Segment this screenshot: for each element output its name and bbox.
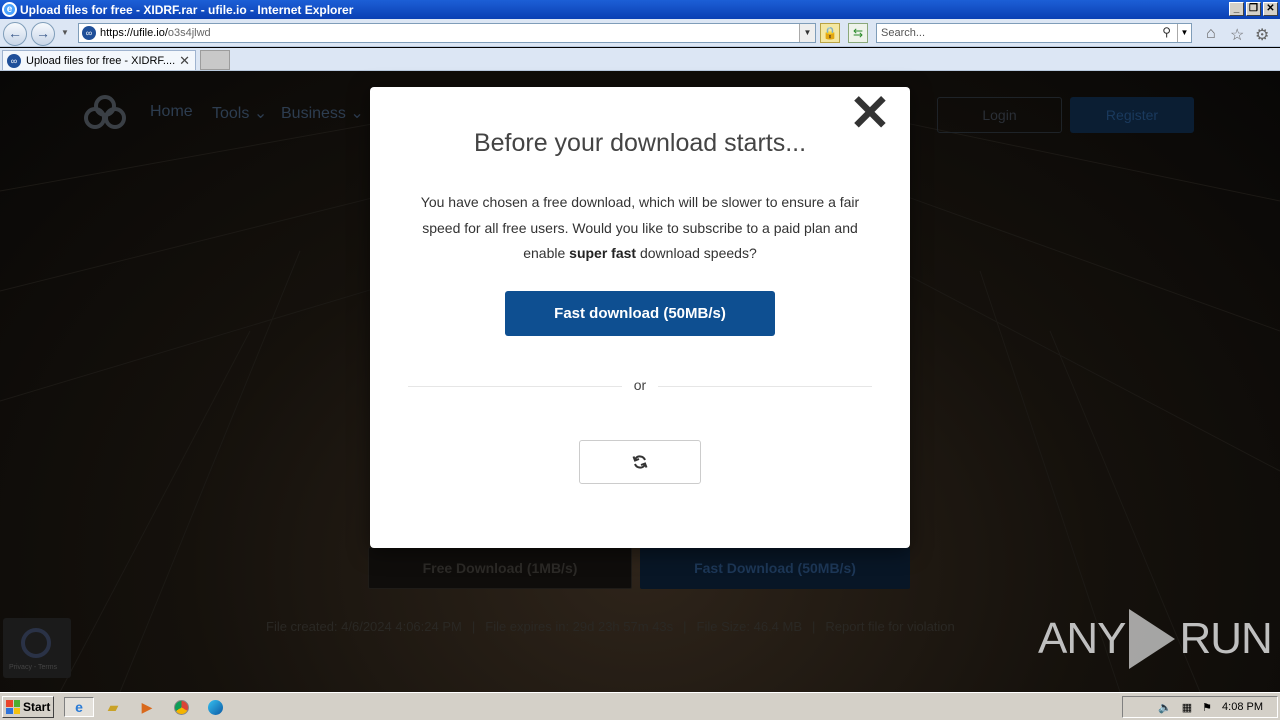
window-titlebar: e Upload files for free - XIDRF.rar - uf… [0, 0, 1280, 19]
start-button[interactable]: Start [2, 696, 54, 718]
nav-business[interactable]: Business ⌄ [281, 103, 364, 123]
recaptcha-icon [21, 628, 51, 658]
close-window-button[interactable]: ✕ [1263, 2, 1278, 16]
play-icon [1129, 609, 1176, 669]
search-box[interactable]: ⚲ ▼ [876, 23, 1192, 43]
chevron-down-icon: ⌄ [253, 105, 268, 122]
window-controls: _ ❐ ✕ [1229, 2, 1278, 16]
taskbar-chrome-icon[interactable] [170, 697, 192, 717]
flag-icon[interactable]: ⚑ [1202, 701, 1212, 714]
tab-bar: ∞ Upload files for free - XIDRF.... ✕ [0, 48, 1280, 71]
chevron-down-icon: ⌄ [350, 105, 364, 122]
back-button[interactable]: ← [3, 22, 27, 46]
windows-flag-icon [6, 700, 20, 714]
tab-title: Upload files for free - XIDRF.... [26, 54, 176, 67]
minimize-button[interactable]: _ [1229, 2, 1244, 16]
free-download-wait-button[interactable] [579, 440, 701, 484]
gear-icon[interactable]: ⚙ [1255, 25, 1269, 45]
taskbar-media-icon[interactable]: ▶ [136, 697, 158, 717]
recaptcha-text[interactable]: Privacy - Terms [9, 664, 57, 671]
lock-icon[interactable]: 🔒 [820, 23, 840, 43]
site-favicon-icon: ∞ [82, 26, 96, 40]
address-bar[interactable]: ∞ https://ufile.io/o3s4jlwd ▼ [78, 23, 816, 43]
taskbar-ie-icon[interactable]: e [64, 697, 94, 717]
url-host: https://ufile.io/ [100, 27, 168, 39]
download-modal: ✕ Before your download starts... You hav… [370, 87, 910, 548]
address-url[interactable]: https://ufile.io/o3s4jlwd [100, 27, 211, 39]
browser-navbar: ← → ▼ ∞ https://ufile.io/o3s4jlwd ▼ 🔒 ⇆ … [0, 19, 1280, 47]
search-dropdown-icon[interactable]: ▼ [1177, 24, 1191, 42]
favorites-star-icon[interactable]: ☆ [1230, 25, 1244, 45]
ie-logo-icon: e [2, 2, 17, 17]
maximize-button[interactable]: ❐ [1246, 2, 1261, 16]
search-icon[interactable]: ⚲ [1162, 25, 1171, 39]
separator: | [683, 619, 687, 634]
register-button[interactable]: Register [1070, 97, 1194, 133]
nav-home[interactable]: Home [150, 103, 193, 121]
file-info: File created: 4/6/2024 4:06:24 PM | File… [266, 619, 955, 634]
window-title: Upload files for free - XIDRF.rar - ufil… [20, 2, 354, 17]
tab-close-icon[interactable]: ✕ [179, 53, 190, 69]
nav-business-label: Business [281, 105, 346, 122]
forward-button[interactable]: → [31, 22, 55, 46]
network-icon[interactable]: ▦ [1182, 701, 1192, 714]
search-input[interactable] [877, 27, 1147, 39]
start-label: Start [23, 700, 51, 714]
file-created: File created: 4/6/2024 4:06:24 PM [266, 619, 462, 634]
ufile-logo-icon[interactable] [84, 95, 132, 131]
volume-icon[interactable]: 🔈 [1158, 701, 1172, 714]
separator: | [812, 619, 816, 634]
modal-body-emphasis: super fast [569, 245, 637, 261]
report-link[interactable]: Report file for violation [825, 619, 954, 634]
nav-tools[interactable]: Tools ⌄ [212, 103, 267, 123]
divider-right [658, 386, 872, 387]
separator: | [471, 619, 476, 634]
address-dropdown-icon[interactable]: ▼ [799, 24, 815, 42]
refresh-spinner-icon [632, 455, 648, 469]
login-button[interactable]: Login [937, 97, 1062, 133]
free-download-button[interactable]: Free Download (1MB/s) [368, 547, 632, 589]
history-dropdown-icon[interactable]: ▼ [61, 28, 69, 37]
nav-tools-label: Tools [212, 105, 250, 122]
modal-body: You have chosen a free download, which w… [410, 190, 870, 267]
refresh-icon[interactable]: ⇆ [848, 23, 868, 43]
new-tab-button[interactable] [200, 50, 230, 70]
taskbar-folder-icon[interactable]: ▰ [102, 697, 124, 717]
url-path: o3s4jlwd [167, 27, 211, 39]
fast-download-button[interactable]: Fast download (50MB/s) [505, 291, 775, 336]
or-label: or [633, 377, 647, 393]
divider-left [408, 386, 622, 387]
watermark-left: ANY [1038, 614, 1126, 663]
taskbar: Start e ▰ ▶ 🔈 ▦ ⚑ 4:08 PM [0, 692, 1280, 720]
home-icon[interactable]: ⌂ [1206, 25, 1216, 43]
file-expires: File expires in: 29d 23h 57m 43s [485, 619, 674, 634]
tab-favicon-icon: ∞ [7, 53, 21, 68]
anyrun-watermark: ANY RUN [1038, 609, 1273, 669]
taskbar-edge-icon[interactable] [204, 697, 226, 717]
system-tray: 🔈 ▦ ⚑ 4:08 PM [1122, 696, 1278, 718]
watermark-right: RUN [1179, 614, 1272, 663]
fast-download-page-button[interactable]: Fast Download (50MB/s) [640, 547, 910, 589]
modal-title: Before your download starts... [473, 129, 807, 157]
file-size: File Size: 46.4 MB [696, 619, 803, 634]
recaptcha-badge[interactable]: Privacy - Terms [3, 618, 71, 678]
clock[interactable]: 4:08 PM [1222, 701, 1263, 713]
modal-body-text-end: download speeds? [636, 245, 757, 261]
tab-active[interactable]: ∞ Upload files for free - XIDRF.... ✕ [2, 50, 196, 70]
